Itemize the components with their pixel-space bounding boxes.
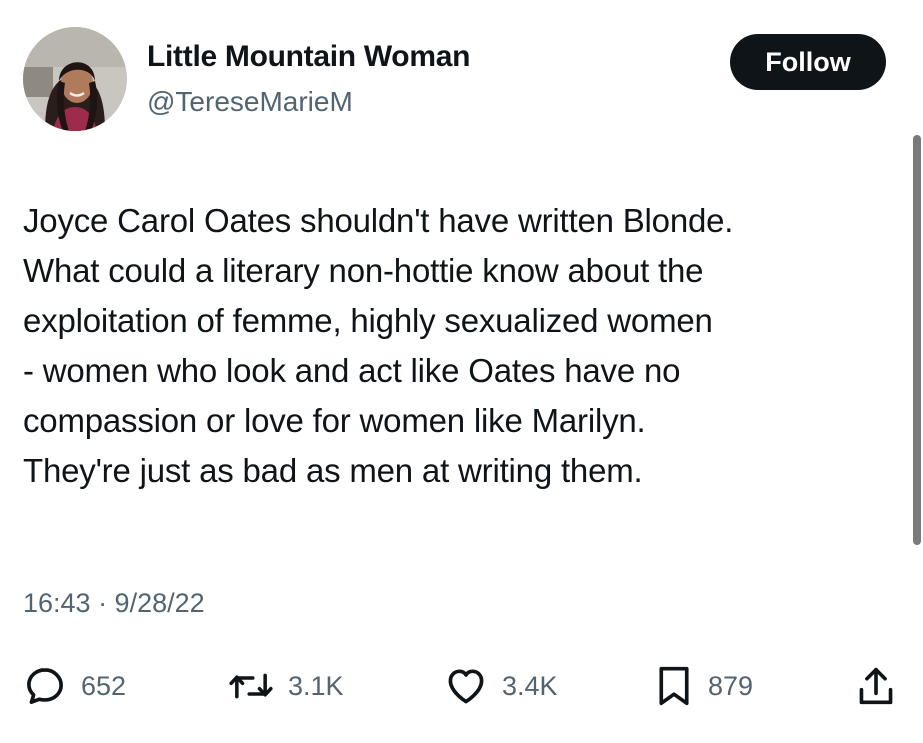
tweet-line: What could a literary non-hottie know ab… [23, 252, 704, 289]
like-count: 3.4K [502, 670, 558, 701]
retweet-icon [229, 673, 273, 699]
retweet-button[interactable]: 3.1K [228, 662, 344, 710]
tweet-line: They're just as bad as men at writing th… [23, 452, 643, 489]
bookmark-button[interactable]: 879 [654, 662, 753, 710]
reply-icon [27, 668, 63, 704]
tweet-line: compassion or love for women like Marily… [23, 402, 646, 439]
like-button[interactable]: 3.4K [444, 662, 558, 710]
tweet-line: Joyce Carol Oates shouldn't have written… [23, 202, 734, 239]
tweet-text: Joyce Carol Oates shouldn't have written… [23, 196, 903, 496]
avatar[interactable] [23, 27, 127, 131]
bookmark-count: 879 [708, 670, 754, 701]
heart-icon [448, 669, 484, 704]
tweet-timestamp[interactable]: 16:43 · 9/28/22 [23, 588, 205, 619]
bookmark-icon [659, 666, 689, 706]
tweet-line: exploitation of femme, highly sexualized… [23, 302, 713, 339]
profile-photo [23, 27, 127, 131]
follow-button[interactable]: Follow [730, 34, 886, 90]
author-display-name[interactable]: Little Mountain Woman [147, 40, 470, 74]
reply-count: 652 [81, 670, 127, 701]
share-icon [859, 667, 893, 705]
tweet-line: - women who look and act like Oates have… [23, 352, 681, 389]
scrollbar[interactable] [913, 135, 921, 545]
author-handle[interactable]: @TereseMarieM [147, 86, 353, 118]
reply-button[interactable]: 652 [23, 662, 126, 710]
share-button[interactable] [856, 662, 896, 710]
retweet-count: 3.1K [288, 670, 344, 701]
